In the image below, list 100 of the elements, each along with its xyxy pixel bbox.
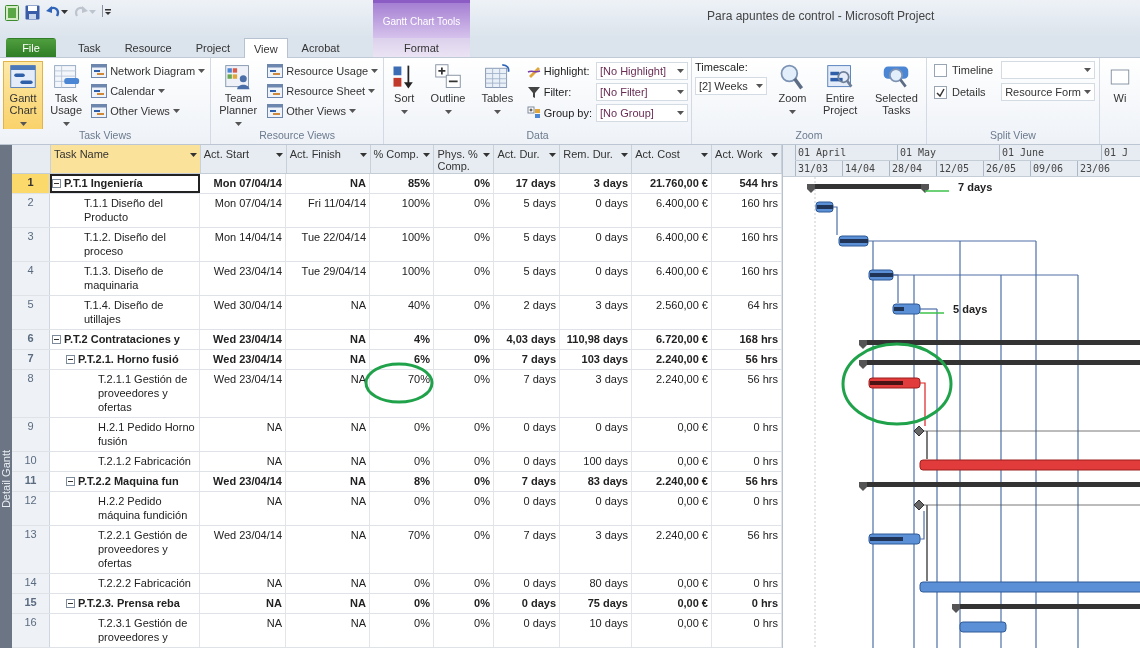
ribbon-tab[interactable]: View [243, 38, 288, 58]
ribbon-button[interactable]: Outline [424, 61, 472, 118]
table-cell: 100% [370, 194, 434, 227]
row-number[interactable]: 9 [12, 418, 50, 451]
table-cell: 100 days [560, 452, 632, 471]
duration-label: 5 days [953, 303, 988, 315]
column-header[interactable]: Act. Cost [632, 145, 713, 173]
table-cell: 0 days [494, 418, 560, 451]
table-cell: 0,00 € [632, 574, 712, 593]
checkbox[interactable]: Timeline [934, 63, 994, 77]
ribbon-tab[interactable]: Resource [114, 38, 182, 57]
table-cell: 17 days [494, 174, 560, 193]
dropdown-field[interactable]: [2] Weeks [695, 77, 768, 95]
table-cell: 85% [370, 174, 434, 193]
ribbon-tab[interactable]: Project [185, 38, 240, 57]
table-cell: NA [286, 614, 370, 647]
table-cell: 5 days [494, 228, 560, 261]
ribbon-button[interactable]: Sort [387, 61, 422, 118]
row-number[interactable]: 2 [12, 194, 50, 227]
field-label: Group by: [543, 107, 592, 119]
row-number[interactable]: 15 [12, 594, 50, 613]
table-cell: 0% [434, 350, 494, 369]
table-cell: NA [286, 492, 370, 525]
column-header[interactable]: Act. Work [712, 145, 782, 173]
table-cell: 56 hrs [712, 370, 782, 417]
table-cell: 0% [434, 472, 494, 491]
group-label: Zoom [794, 129, 824, 143]
table-cell: 2.560,00 € [632, 296, 712, 329]
row-number[interactable]: 14 [12, 574, 50, 593]
row-number[interactable]: 1 [12, 174, 50, 193]
table-cell: NA [200, 594, 286, 613]
ribbon-tab[interactable]: Task [68, 38, 111, 57]
column-header[interactable]: Act. Finish [286, 145, 371, 173]
duration-label: 7 days [958, 181, 993, 193]
dropdown-field[interactable]: Resource Form [1001, 83, 1096, 101]
table-cell: 70% [370, 526, 434, 573]
ribbon-button[interactable]: Other Views [89, 101, 208, 120]
column-header[interactable]: Phys. % Comp. [434, 145, 495, 173]
ribbon-button[interactable]: Resource Usage [265, 61, 381, 80]
row-number[interactable]: 12 [12, 492, 50, 525]
table-cell: 3 days [560, 174, 632, 193]
row-number[interactable]: 6 [12, 330, 50, 349]
ribbon-button[interactable]: Wi [1103, 61, 1137, 106]
task-name: P.T.2 Contrataciones y [64, 332, 180, 346]
table-cell: 75 days [560, 594, 632, 613]
column-header[interactable]: Act. Start [200, 145, 287, 173]
row-number[interactable]: 16 [12, 614, 50, 647]
ribbon-button[interactable]: Gantt Chart [3, 61, 44, 129]
ribbon-button[interactable]: Tables [474, 61, 520, 118]
table-cell: NA [286, 296, 370, 329]
window-title: Para apuntes de control - Microsoft Project [706, 8, 936, 25]
ribbon-button[interactable]: Network Diagram [89, 61, 208, 80]
dropdown-field[interactable]: [No Highlight] [596, 62, 688, 80]
row-number[interactable]: 10 [12, 452, 50, 471]
table-cell: NA [286, 418, 370, 451]
dropdown-field[interactable]: [No Group] [596, 104, 688, 122]
row-number[interactable]: 5 [12, 296, 50, 329]
timescale-label: 31/03 [795, 161, 842, 176]
file-tab[interactable]: File [6, 38, 56, 57]
ribbon-button[interactable]: Resource Sheet [265, 81, 381, 100]
row-number[interactable]: 13 [12, 526, 50, 573]
table-cell: Wed 30/04/14 [200, 296, 286, 329]
table-cell: 0 days [560, 194, 632, 227]
row-number[interactable]: 7 [12, 350, 50, 369]
column-header[interactable]: % Comp. [370, 145, 435, 173]
table-cell: 2 days [494, 296, 560, 329]
table-cell: NA [286, 350, 370, 369]
table-cell: 21.760,00 € [632, 174, 712, 193]
task-name: T.2.2.2 Fabricación [98, 576, 191, 590]
ribbon-button[interactable]: Entire Project [813, 61, 867, 118]
table-cell: 0% [370, 418, 434, 451]
column-header[interactable]: Act. Dur. [494, 145, 561, 173]
group-label: Split View [989, 129, 1037, 143]
row-number[interactable]: 8 [12, 370, 50, 417]
table-cell: 4,03 days [494, 330, 560, 349]
checkbox[interactable]: Details [934, 85, 994, 99]
timescale-label: 28/04 [889, 161, 936, 176]
table-cell: 544 hrs [712, 174, 782, 193]
table-cell: 0 days [560, 492, 632, 525]
table-cell: NA [286, 472, 370, 491]
ribbon-tab[interactable]: Acrobat [291, 38, 350, 57]
column-header[interactable]: Rem. Dur. [560, 145, 633, 173]
row-number[interactable]: 3 [12, 228, 50, 261]
ribbon-button[interactable]: Selected Tasks [869, 61, 923, 118]
ribbon-button[interactable]: Zoom [774, 61, 811, 118]
column-header[interactable]: Task Name [50, 145, 201, 173]
ribbon-button[interactable]: Task Usage [46, 61, 87, 129]
field-label: Timescale: [695, 61, 749, 73]
ribbon-button[interactable]: Team Planner [214, 61, 263, 129]
table-cell: 0% [434, 174, 494, 193]
table-cell: 0% [434, 262, 494, 295]
task-name: P.T.2.3. Prensa reba [78, 596, 180, 610]
table-cell: 7 days [494, 350, 560, 369]
dropdown-field[interactable]: [No Filter] [596, 83, 688, 101]
ribbon-button[interactable]: Calendar [89, 81, 208, 100]
ribbon-button[interactable]: Other Views [265, 101, 381, 120]
row-number[interactable]: 11 [12, 472, 50, 491]
table-cell: 2.240,00 € [632, 526, 712, 573]
table-cell: 6.400,00 € [632, 194, 712, 227]
row-number[interactable]: 4 [12, 262, 50, 295]
